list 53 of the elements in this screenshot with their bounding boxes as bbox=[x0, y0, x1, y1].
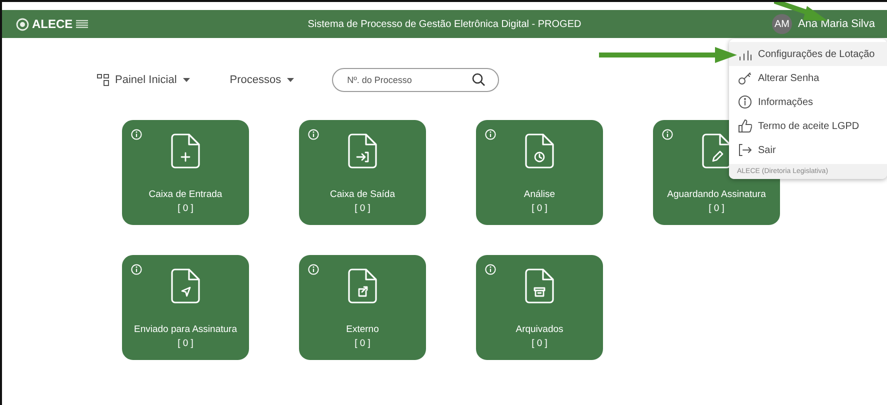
card-title: Caixa de Entrada bbox=[148, 189, 222, 200]
card-title: Enviado para Assinatura bbox=[134, 324, 237, 335]
status-card[interactable]: Análise [ 0 ] bbox=[476, 120, 603, 225]
info-icon[interactable] bbox=[485, 129, 496, 140]
status-card[interactable]: Externo [ 0 ] bbox=[299, 255, 426, 360]
file-archive-icon bbox=[524, 268, 554, 304]
file-import-icon bbox=[348, 133, 378, 169]
info-icon[interactable] bbox=[485, 264, 496, 275]
card-title: Arquivados bbox=[516, 324, 564, 335]
card-title: Aguardando Assinatura bbox=[667, 189, 766, 200]
card-count: [ 0 ] bbox=[178, 338, 194, 349]
nav-menu[interactable]: Painel Inicial bbox=[97, 74, 190, 86]
emblem-icon bbox=[16, 18, 29, 30]
card-count: [ 0 ] bbox=[178, 203, 194, 214]
nav-menu[interactable]: Processos bbox=[230, 74, 294, 86]
status-card[interactable]: Caixa de Entrada [ 0 ] bbox=[122, 120, 249, 225]
card-count: [ 0 ] bbox=[532, 338, 548, 349]
card-count: [ 0 ] bbox=[708, 203, 724, 214]
logo-stripes-icon bbox=[76, 20, 88, 28]
menu-item[interactable]: Informações bbox=[729, 90, 887, 114]
file-plus-icon bbox=[170, 133, 200, 169]
status-card[interactable]: Arquivados [ 0 ] bbox=[476, 255, 603, 360]
search-field[interactable]: Nº. do Processo bbox=[332, 68, 500, 92]
menu-item[interactable]: Configurações de Lotação bbox=[729, 42, 887, 66]
search-icon[interactable] bbox=[472, 73, 486, 86]
card-title: Análise bbox=[524, 189, 556, 200]
thumbs-up-icon bbox=[738, 119, 752, 133]
card-title: Externo bbox=[346, 324, 379, 335]
info-icon[interactable] bbox=[131, 264, 142, 275]
file-external-icon bbox=[348, 268, 378, 304]
grid-icon bbox=[97, 74, 109, 86]
file-send-icon bbox=[170, 268, 200, 304]
status-card[interactable]: Enviado para Assinatura [ 0 ] bbox=[122, 255, 249, 360]
card-count: [ 0 ] bbox=[354, 203, 370, 214]
info-icon[interactable] bbox=[308, 129, 319, 140]
caret-icon bbox=[287, 78, 294, 82]
menu-item[interactable]: Alterar Senha bbox=[729, 66, 887, 90]
user-name[interactable]: Ana Maria Silva bbox=[798, 18, 875, 30]
info-icon[interactable] bbox=[308, 264, 319, 275]
card-title: Caixa de Saída bbox=[330, 189, 395, 200]
user-avatar[interactable]: AM bbox=[772, 14, 792, 34]
file-clock-icon bbox=[524, 133, 554, 169]
app-title: Sistema de Processo de Gestão Eletrônica Digital - PROGED bbox=[308, 18, 582, 30]
logout-icon bbox=[738, 143, 752, 157]
card-count: [ 0 ] bbox=[532, 203, 548, 214]
card-count: [ 0 ] bbox=[354, 338, 370, 349]
caret-icon bbox=[182, 78, 190, 82]
logo-text: ALECE bbox=[32, 17, 73, 31]
info-icon[interactable] bbox=[662, 129, 673, 140]
info-icon[interactable] bbox=[131, 129, 142, 140]
info-icon bbox=[738, 95, 752, 109]
key-icon bbox=[738, 71, 752, 85]
status-card[interactable]: Caixa de Saída [ 0 ] bbox=[299, 120, 426, 225]
